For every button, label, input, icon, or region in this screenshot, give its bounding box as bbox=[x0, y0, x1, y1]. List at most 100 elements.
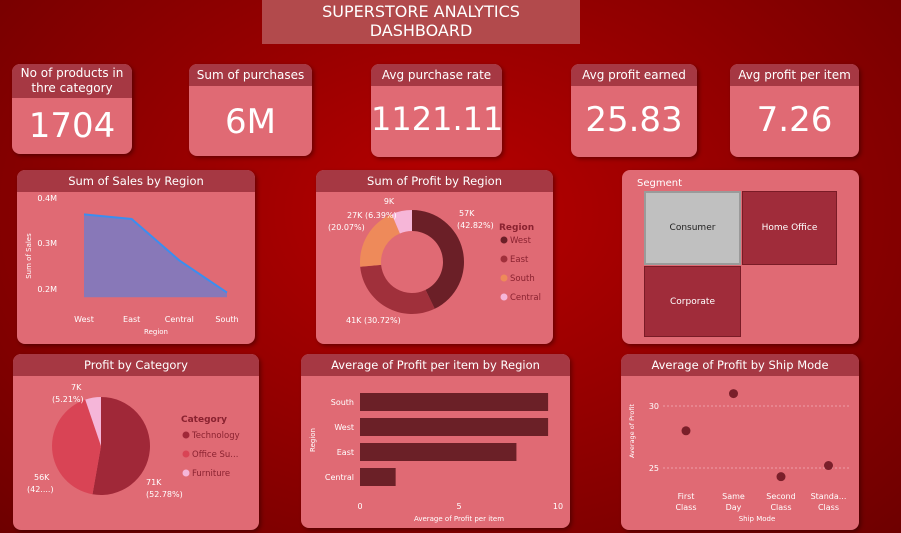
bar-south[interactable] bbox=[360, 393, 549, 411]
chart-card-avg-profit-region[interactable]: Average of Profit per item by Region Reg… bbox=[301, 354, 570, 528]
x-tick-label: First bbox=[678, 492, 695, 501]
y-axis-title: Region bbox=[309, 428, 317, 452]
bar-series: South West East Central bbox=[325, 393, 549, 486]
avg-profit-bar-chart: Region South West East Central 0 5 10 Avera… bbox=[309, 393, 563, 523]
tile-label: Corporate bbox=[670, 296, 715, 307]
y-axis-title: Sum of Sales bbox=[25, 233, 33, 279]
pie-slice-technology[interactable] bbox=[92, 397, 151, 495]
x-axis-title: Ship Mode bbox=[739, 515, 776, 523]
legend-title: Region bbox=[499, 223, 534, 233]
y-tick-label: West bbox=[334, 423, 354, 432]
legend-marker bbox=[500, 236, 508, 244]
x-axis-title: Average of Profit per item bbox=[414, 515, 504, 523]
y-tick-label: 25 bbox=[649, 464, 659, 473]
donut-slice-east[interactable] bbox=[360, 264, 435, 314]
legend-item-label: West bbox=[510, 236, 532, 246]
chart-card-profit-by-region[interactable]: Sum of Profit by Region 9K 27K (6.39%) (… bbox=[316, 170, 553, 344]
legend-marker bbox=[500, 293, 508, 301]
y-tick-label: Central bbox=[325, 473, 354, 482]
data-label-south-line-2: (20.07%) bbox=[328, 223, 365, 232]
kpi-label: Avg profit per item bbox=[730, 64, 859, 86]
legend-item-label: Furniture bbox=[192, 469, 230, 479]
chart-title: Segment bbox=[637, 178, 682, 189]
data-label-east: 41K (30.72%) bbox=[346, 316, 401, 325]
title-line-2: DASHBOARD bbox=[369, 21, 473, 40]
tile-label: Consumer bbox=[669, 223, 716, 233]
x-tick-label: Day bbox=[726, 503, 742, 512]
y-tick-label: East bbox=[337, 448, 354, 457]
kpi-card-purchases[interactable]: Sum of purchases 6M bbox=[189, 64, 312, 156]
y-axis-title: Average of Profit bbox=[628, 404, 636, 458]
data-label-south-line-1: 27K (6.39%) bbox=[347, 211, 397, 220]
data-label-west-line-1: 57K bbox=[459, 209, 475, 218]
kpi-label-line-2: thre category bbox=[31, 81, 113, 95]
donut-slices bbox=[360, 210, 464, 314]
data-label-office-line-2: (42....) bbox=[27, 485, 54, 494]
legend-marker bbox=[182, 431, 190, 439]
legend-item-label: South bbox=[510, 274, 535, 284]
kpi-value: 25.83 bbox=[585, 100, 683, 140]
kpi-card-profit-per-item[interactable]: Avg profit per item 7.26 bbox=[730, 64, 859, 157]
data-label-office-line-1: 56K bbox=[34, 473, 50, 482]
legend-item-label: Technology bbox=[191, 431, 240, 441]
y-tick-label: South bbox=[331, 398, 354, 407]
x-tick-label: Standa... bbox=[811, 492, 847, 501]
bar-central[interactable] bbox=[360, 468, 396, 486]
ship-mode-scatter-chart: Average of Profit 30 25 First Class Same Da… bbox=[628, 389, 849, 523]
x-tick-label: Class bbox=[818, 503, 839, 512]
pie-slices bbox=[52, 397, 151, 495]
treemap-tile-consumer[interactable]: Consumer bbox=[644, 191, 741, 265]
scatter-point[interactable] bbox=[729, 389, 738, 399]
y-tick-label: 30 bbox=[649, 402, 659, 411]
x-tick-label: East bbox=[123, 315, 140, 324]
category-legend: Technology Office Su... Furniture bbox=[182, 431, 240, 479]
data-label-west-line-2: (42.82%) bbox=[457, 221, 494, 230]
data-label-tech-line-2: (52.78%) bbox=[146, 490, 183, 499]
treemap-tile-home-office[interactable]: Home Office bbox=[742, 191, 837, 265]
sales-area-series bbox=[83, 213, 228, 298]
tile-label: Home Office bbox=[761, 223, 818, 233]
kpi-value: 1704 bbox=[28, 106, 116, 146]
legend-marker bbox=[500, 274, 508, 282]
x-tick-label: Second bbox=[766, 492, 795, 501]
kpi-card-products[interactable]: No of products in thre category 1704 bbox=[12, 64, 132, 154]
legend-marker bbox=[182, 450, 190, 458]
treemap-tile-corporate[interactable]: Corporate bbox=[644, 266, 741, 337]
x-tick-label: 10 bbox=[553, 502, 563, 511]
legend-title: Category bbox=[181, 415, 227, 425]
y-tick-label: 0.2M bbox=[37, 285, 57, 294]
data-label-central: 9K bbox=[384, 197, 395, 206]
kpi-value: 7.26 bbox=[756, 100, 833, 140]
scatter-point[interactable] bbox=[776, 472, 786, 482]
data-label-tech-line-1: 71K bbox=[146, 478, 162, 487]
kpi-card-purchase-rate[interactable]: Avg purchase rate 1121.11 bbox=[371, 64, 503, 157]
scatter-point[interactable] bbox=[681, 426, 691, 436]
scatter-point[interactable] bbox=[824, 461, 833, 471]
sales-area-chart: 0.4M 0.3M 0.2M Sum of Sales West East Cent… bbox=[25, 194, 239, 336]
kpi-card-profit-earned[interactable]: Avg profit earned 25.83 bbox=[571, 64, 697, 157]
ship-x-ticks: First Class Same Day Second Class Standa... Cla… bbox=[675, 492, 846, 512]
x-tick-label: Same bbox=[722, 492, 745, 501]
scatter-series bbox=[681, 389, 833, 482]
bar-east[interactable] bbox=[360, 443, 517, 461]
legend-item-label: Office Su... bbox=[192, 450, 238, 460]
legend-marker bbox=[500, 255, 508, 263]
kpi-label: No of products in thre category bbox=[12, 64, 132, 98]
kpi-label-line-1: No of products in bbox=[20, 66, 124, 80]
legend-item-label: Central bbox=[510, 293, 541, 303]
kpi-label: Avg profit earned bbox=[571, 64, 697, 86]
x-tick-label: West bbox=[74, 315, 94, 324]
region-legend: West East South Central bbox=[500, 236, 541, 303]
bar-west[interactable] bbox=[360, 418, 549, 436]
kpi-label: Sum of purchases bbox=[189, 64, 312, 86]
chart-card-profit-by-category[interactable]: Profit by Category 7K (5.21%) 56K (42...… bbox=[13, 354, 259, 530]
data-label-furniture-line-2: (5.21%) bbox=[52, 395, 84, 404]
profit-region-donut-chart: 9K 27K (6.39%) (20.07%) 57K (42.82%) 41K… bbox=[328, 197, 541, 325]
chart-card-sales-by-region[interactable]: Sum of Sales by Region 0.4M 0.3M 0.2M Su… bbox=[17, 170, 255, 344]
x-tick-label: South bbox=[215, 315, 238, 324]
profit-category-pie-chart: 7K (5.21%) 56K (42....) 71K (52.78%) Cat… bbox=[27, 383, 240, 499]
chart-card-ship-mode[interactable]: Average of Profit by Ship Mode Average o… bbox=[621, 354, 859, 530]
chart-card-segment[interactable]: Segment Consumer Home Office Corporate bbox=[622, 170, 859, 344]
sales-area-fill bbox=[84, 214, 227, 298]
donut-slice-south[interactable] bbox=[360, 214, 400, 267]
